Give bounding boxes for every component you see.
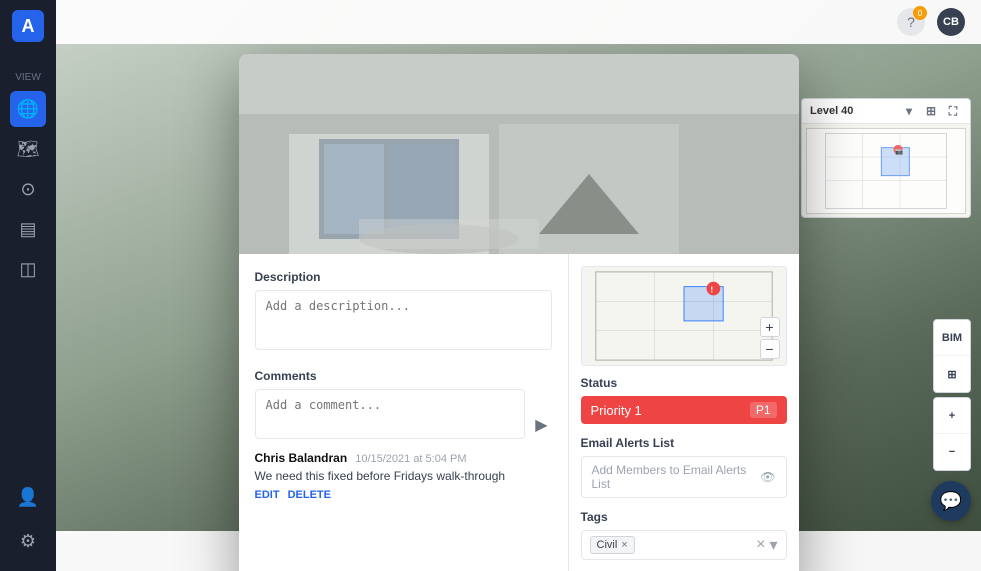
tag-remove-civil[interactable]: ×	[621, 539, 627, 551]
top-bar: ? 0 CB	[56, 0, 981, 44]
floor-plan-inner: ! + −	[582, 267, 786, 365]
tags-label: Tags	[581, 510, 787, 524]
sidebar-item-user[interactable]: 👤	[10, 479, 46, 515]
comments-label: Comments	[255, 369, 552, 383]
status-section: Status Priority 1 P1	[581, 376, 787, 424]
email-alerts-section: Email Alerts List Add Members to Email A…	[581, 436, 787, 498]
floorplan-zoom-in[interactable]: +	[760, 317, 780, 337]
floorplan-zoom-out[interactable]: −	[760, 339, 780, 359]
email-alerts-placeholder: Add Members to Email Alerts List	[592, 463, 761, 491]
description-label: Description	[255, 270, 552, 284]
help-icon-btn[interactable]: ? 0	[897, 8, 925, 36]
sidebar-item-document[interactable]: ◫	[10, 251, 46, 287]
email-alerts-input[interactable]: Add Members to Email Alerts List 👁	[581, 456, 787, 498]
svg-text:!: !	[710, 285, 713, 294]
sidebar-item-camera[interactable]: ⊙	[10, 171, 46, 207]
priority-code: P1	[750, 402, 777, 418]
sidebar-item-map[interactable]: 🗺	[10, 131, 46, 167]
modal-body: Description Comments ▶	[239, 254, 799, 571]
scene-container: Level 40 ▾ ⊞ ⛶	[56, 44, 981, 571]
issue-modal: Description Comments ▶	[239, 54, 799, 571]
edit-comment-button[interactable]: EDIT	[255, 489, 280, 501]
main-area: ? 0 CB Level 40 ▾ ⊞ ⛶	[56, 0, 981, 571]
comments-section: Comments ▶ Chris Balandran 10/15/2021 at…	[255, 369, 552, 501]
description-section: Description	[255, 270, 552, 353]
tags-section: Tags Civil × × ▾	[581, 510, 787, 560]
notification-badge: 0	[913, 6, 927, 20]
floor-plan-preview: ! + −	[581, 266, 787, 366]
tags-input[interactable]: Civil × × ▾	[581, 530, 787, 560]
comment-text: We need this fixed before Fridays walk-t…	[255, 468, 552, 485]
app-logo[interactable]: A	[12, 10, 44, 42]
modal-left-panel: Description Comments ▶	[239, 254, 569, 571]
sidebar-item-layers[interactable]: ▤	[10, 211, 46, 247]
comment-author-name: Chris Balandran	[255, 451, 348, 465]
tags-expand-button[interactable]: ▾	[769, 535, 777, 555]
modal-right-panel: ! + − Status	[569, 254, 799, 571]
sidebar-item-globe[interactable]: 🌐	[10, 91, 46, 127]
sidebar: A View 🌐 🗺 ⊙ ▤ ◫ 👤 ⚙	[0, 0, 56, 571]
comment-author-row: Chris Balandran 10/15/2021 at 5:04 PM	[255, 451, 552, 465]
priority-label: Priority 1	[591, 403, 642, 418]
comment-actions: EDIT DELETE	[255, 489, 552, 501]
eye-icon: 👁	[760, 470, 775, 484]
modal-image	[239, 54, 799, 254]
photo-view	[239, 54, 799, 254]
description-input[interactable]	[255, 290, 552, 350]
comment-date: 10/15/2021 at 5:04 PM	[355, 453, 466, 465]
email-alerts-label: Email Alerts List	[581, 436, 787, 450]
zoom-controls: + −	[760, 317, 780, 359]
comment-entry: Chris Balandran 10/15/2021 at 5:04 PM We…	[255, 451, 552, 501]
tags-clear-button[interactable]: ×	[756, 536, 765, 554]
tag-chip-civil: Civil ×	[590, 536, 635, 554]
modal-overlay: Description Comments ▶	[56, 44, 981, 571]
status-label: Status	[581, 376, 787, 390]
comment-input-row: ▶	[255, 389, 552, 439]
tag-chip-label: Civil	[597, 539, 618, 551]
delete-comment-button[interactable]: DELETE	[288, 489, 331, 501]
send-comment-button[interactable]: ▶	[531, 411, 551, 439]
priority-badge[interactable]: Priority 1 P1	[581, 396, 787, 424]
avatar[interactable]: CB	[937, 8, 965, 36]
comment-input[interactable]	[255, 389, 526, 439]
sidebar-item-settings[interactable]: ⚙	[10, 523, 46, 559]
view-label: View	[15, 72, 41, 83]
